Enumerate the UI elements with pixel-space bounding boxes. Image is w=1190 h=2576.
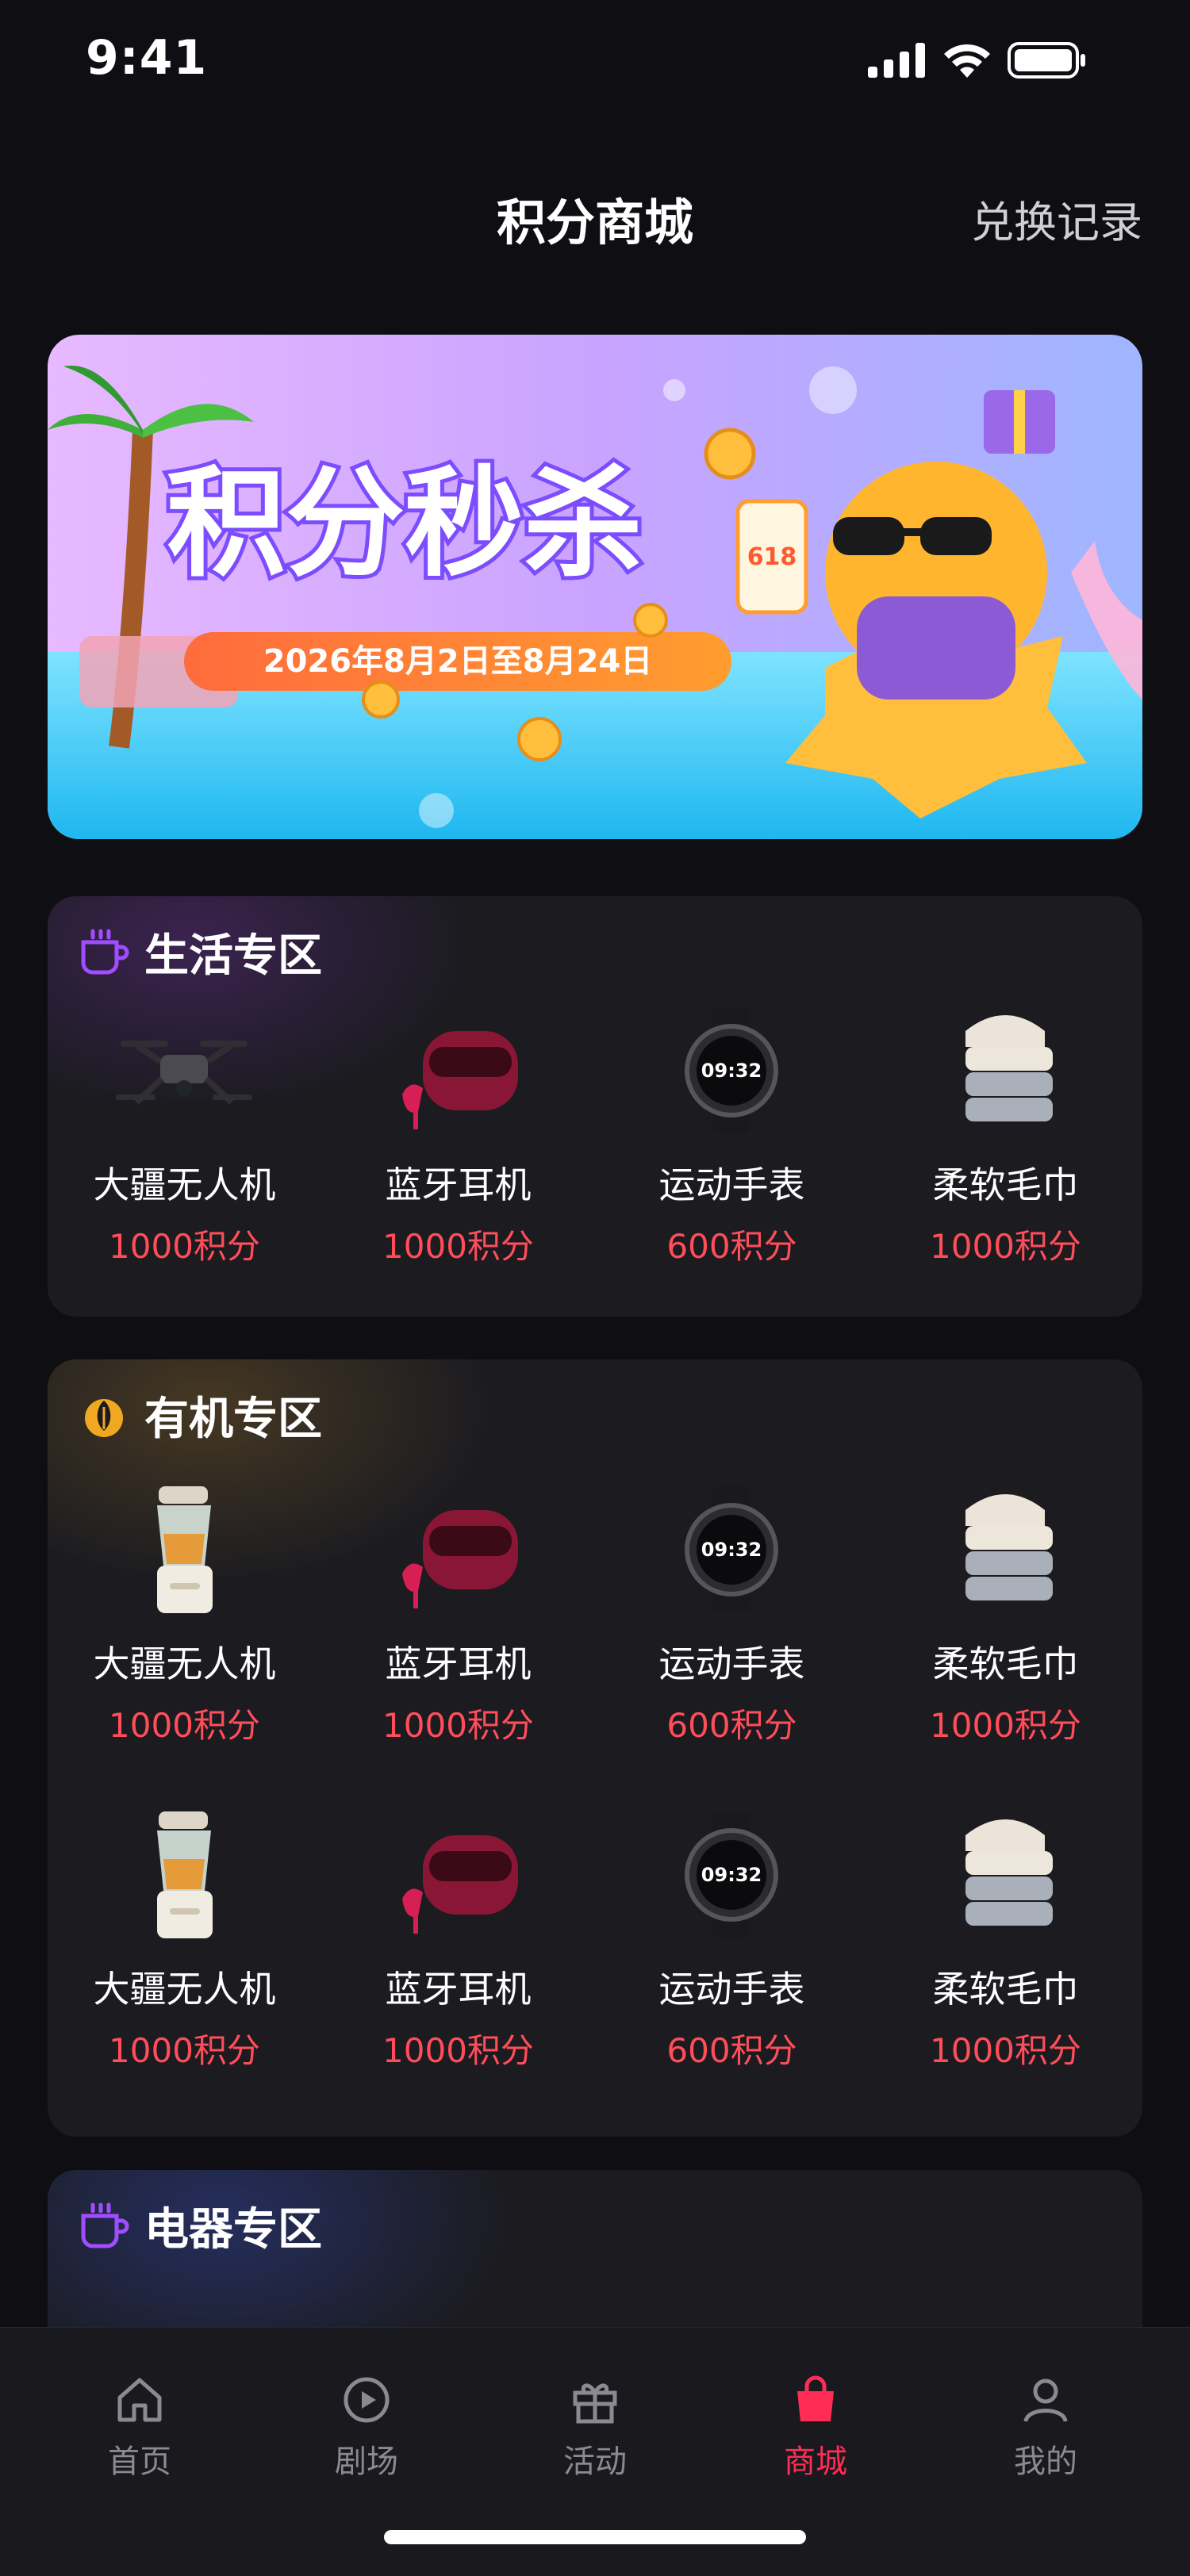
product-price: 1000积分: [109, 1706, 260, 1745]
product-name: 柔软毛巾: [932, 1968, 1079, 2011]
towel-icon: [965, 1015, 1053, 1121]
signal-icon: [868, 43, 925, 78]
section-life: 生活专区 大疆无人机 1000积分 蓝牙耳机 1000积分 09:32 运动手表…: [48, 896, 1142, 1317]
product-name: 大疆无人机: [93, 1968, 276, 2011]
product-card[interactable]: 大疆无人机 1000积分: [48, 1804, 321, 2113]
product-grid: 大疆无人机 1000积分 蓝牙耳机 1000积分 09:32 运动手表 600积…: [48, 1804, 1142, 2113]
product-card[interactable]: 09:32 运动手表 600积分: [595, 999, 869, 1309]
home-icon: [117, 2378, 162, 2422]
product-grid: 大疆无人机 1000积分 蓝牙耳机 1000积分 09:32 运动手表 600积…: [48, 1478, 1142, 1788]
towel-icon: [965, 1494, 1053, 1600]
gift-icon: [573, 2383, 617, 2424]
product-name: 大疆无人机: [93, 1163, 276, 1206]
section-title: 生活专区: [144, 930, 322, 982]
product-card[interactable]: 柔软毛巾 1000积分: [869, 999, 1142, 1309]
section-title: 电器专区: [144, 2203, 322, 2256]
product-card[interactable]: 09:32 运动手表 600积分: [595, 1478, 869, 1788]
battery-icon: [1008, 42, 1085, 79]
watch-icon: 09:32: [685, 1486, 778, 1613]
product-name: 蓝牙耳机: [385, 1968, 532, 2011]
product-grid: 大疆无人机 1000积分 蓝牙耳机 1000积分 09:32 运动手表 600积…: [48, 999, 1142, 1309]
status-icons: [868, 41, 1087, 79]
earbuds-icon: [402, 1510, 518, 1608]
product-card[interactable]: 蓝牙耳机 1000积分: [321, 1478, 595, 1788]
tab-label: 商城: [784, 2444, 847, 2480]
product-price: 600积分: [666, 1706, 797, 1745]
product-price: 1000积分: [109, 2031, 260, 2070]
product-card[interactable]: 09:32 运动手表 600积分: [595, 1804, 869, 2113]
product-name: 柔软毛巾: [932, 1643, 1079, 1685]
product-name: 蓝牙耳机: [385, 1643, 532, 1685]
product-price: 1000积分: [109, 1227, 260, 1266]
cup-icon: [76, 2198, 132, 2253]
tab-label: 活动: [563, 2444, 627, 2480]
section-header: 有机专区: [76, 1383, 322, 1447]
product-price: 1000积分: [382, 2031, 534, 2070]
earbuds-icon: [402, 1031, 518, 1129]
product-price: 1000积分: [930, 2031, 1081, 2070]
tab-label: 首页: [108, 2444, 171, 2480]
watch-icon: 09:32: [685, 1811, 778, 1938]
play-icon: [344, 2377, 390, 2423]
towel-icon: [965, 1819, 1053, 1926]
product-card[interactable]: 蓝牙耳机 1000积分: [321, 999, 595, 1309]
header: 积分商城 兑换记录: [0, 159, 1190, 270]
product-name: 柔软毛巾: [932, 1163, 1079, 1206]
blender-icon: [157, 1811, 213, 1938]
drone-icon: [116, 1041, 252, 1105]
section-title: 有机专区: [144, 1393, 322, 1445]
product-card[interactable]: 大疆无人机 1000积分: [48, 999, 321, 1309]
product-price: 1000积分: [930, 1706, 1081, 1745]
product-price: 1000积分: [382, 1227, 534, 1266]
leaf-icon: [76, 1387, 132, 1443]
tab-mine[interactable]: 我的: [966, 2372, 1125, 2482]
shopping-bag-icon: [797, 2375, 834, 2421]
blender-icon: [157, 1486, 213, 1613]
product-card[interactable]: 柔软毛巾 1000积分: [869, 1804, 1142, 2113]
cup-icon: [76, 924, 132, 979]
banner-dates: 2026年8月2日至8月24日: [263, 643, 653, 680]
svg-text:09:32: 09:32: [701, 1539, 762, 1561]
product-name: 大疆无人机: [93, 1643, 276, 1685]
product-price: 600积分: [666, 2031, 797, 2070]
banner-headline: 积分秒杀: [167, 455, 643, 593]
user-icon: [1023, 2379, 1068, 2422]
product-card[interactable]: 大疆无人机 1000积分: [48, 1478, 321, 1788]
tab-activity[interactable]: 活动: [516, 2372, 674, 2482]
promo-banner[interactable]: 积分秒杀 2026年8月2日至8月24日 618: [48, 335, 1142, 839]
tab-label: 我的: [1014, 2444, 1077, 2480]
earbuds-icon: [402, 1835, 518, 1934]
product-name: 运动手表: [658, 1163, 805, 1206]
tab-mall[interactable]: 商城: [736, 2372, 895, 2482]
wifi-icon: [944, 44, 990, 78]
banner-phone-number: 618: [747, 543, 797, 571]
svg-text:09:32: 09:32: [701, 1060, 762, 1082]
section-header: 电器专区: [76, 2194, 322, 2257]
product-name: 运动手表: [658, 1643, 805, 1685]
product-name: 运动手表: [658, 1968, 805, 2011]
product-card[interactable]: 蓝牙耳机 1000积分: [321, 1804, 595, 2113]
status-time: 9:41: [86, 30, 208, 86]
tab-label: 剧场: [335, 2444, 398, 2480]
tab-theater[interactable]: 剧场: [287, 2372, 446, 2482]
product-card[interactable]: 柔软毛巾 1000积分: [869, 1478, 1142, 1788]
product-name: 蓝牙耳机: [385, 1163, 532, 1206]
exchange-history-link[interactable]: 兑换记录: [971, 187, 1142, 250]
section-header: 生活专区: [76, 920, 322, 983]
svg-text:09:32: 09:32: [701, 1864, 762, 1886]
status-bar: 9:41: [0, 0, 1190, 119]
watch-icon: 09:32: [685, 1007, 778, 1134]
product-price: 1000积分: [382, 1706, 534, 1745]
home-indicator: [384, 2530, 806, 2544]
tab-home[interactable]: 首页: [60, 2372, 219, 2482]
product-price: 600积分: [666, 1227, 797, 1266]
section-organic: 有机专区 大疆无人机 1000积分 蓝牙耳机 1000积分 09:32 运动手表…: [48, 1359, 1142, 2137]
product-price: 1000积分: [930, 1227, 1081, 1266]
